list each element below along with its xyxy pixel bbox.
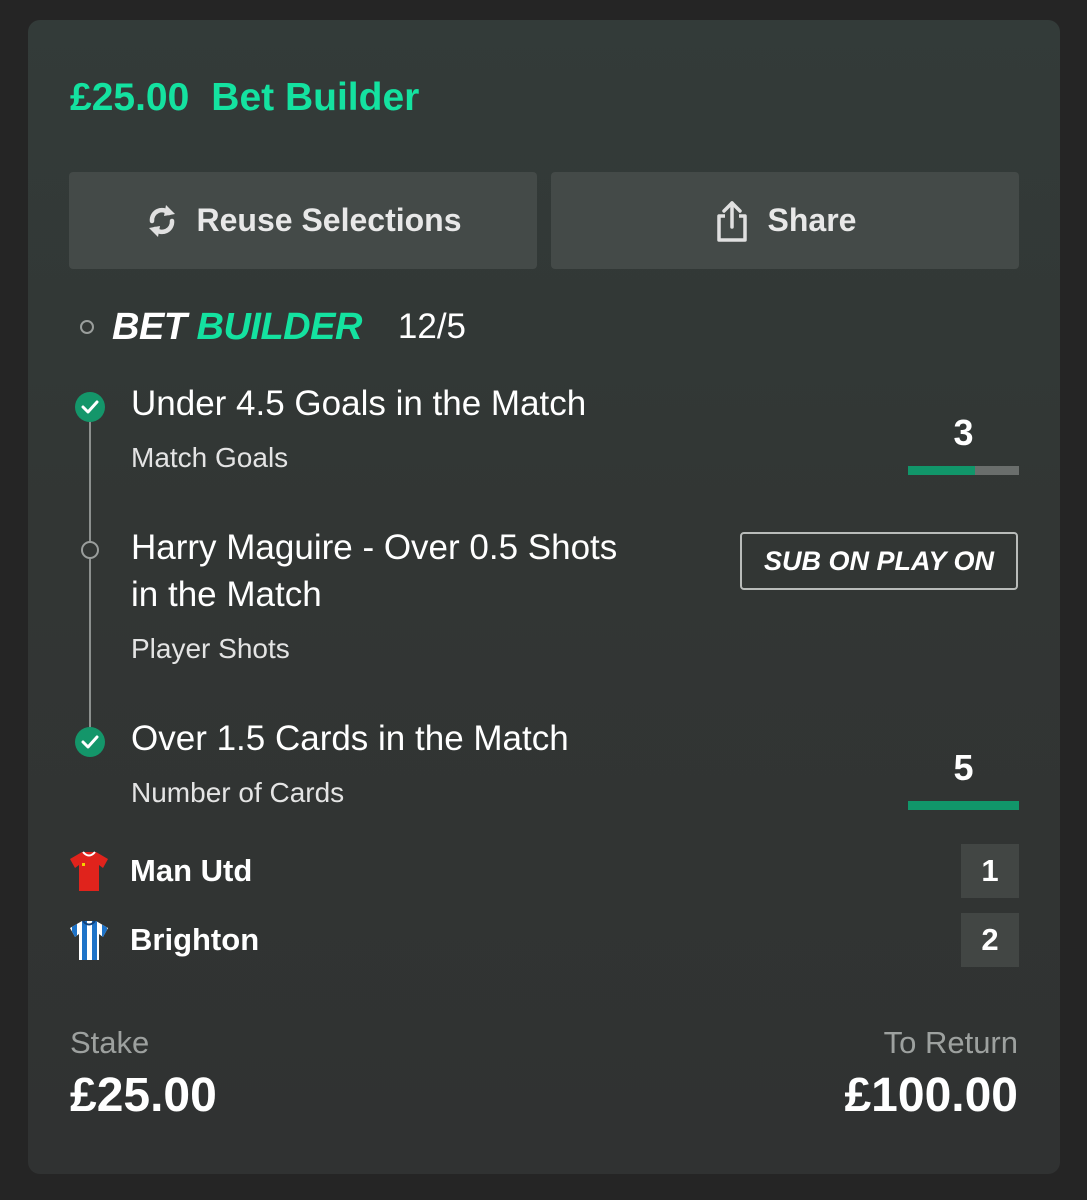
selection-market: Match Goals — [131, 442, 289, 473]
bet-type-title: Bet Builder — [211, 76, 420, 119]
team-name: Brighton — [130, 922, 260, 957]
bet-odds: 12/5 — [397, 307, 467, 346]
to-return-value: £100.00 — [844, 1069, 1018, 1122]
pending-circle-icon — [81, 541, 99, 559]
red-shirt-icon — [70, 851, 108, 891]
selection-progress-bar — [908, 801, 1019, 810]
selection-title: Over 1.5 Cards in the Match — [131, 719, 569, 758]
team-row: Brighton 2 — [68, 913, 1019, 967]
refresh-icon — [148, 204, 175, 237]
selection-title: Under 4.5 Goals in the Match — [131, 384, 587, 423]
checkmark-icon — [75, 727, 105, 757]
bet-card: £25.00 Bet Builder Reuse Selections Share… — [28, 20, 1060, 1174]
progress-fill — [908, 801, 1019, 810]
selection-stat-count: 5 — [953, 747, 974, 788]
share-button[interactable]: Share — [551, 172, 1019, 269]
selection-title-line: in the Match — [131, 575, 322, 614]
reuse-selections-label: Reuse Selections — [196, 202, 462, 238]
bet-amount: £25.00 — [70, 76, 190, 119]
stake-value: £25.00 — [70, 1069, 217, 1122]
selection-stat-count: 3 — [953, 412, 974, 453]
logo-word-builder: BUILDER — [196, 305, 363, 348]
progress-fill — [908, 466, 975, 475]
selection-market: Number of Cards — [131, 777, 345, 808]
selection-progress-bar — [908, 466, 1019, 475]
share-label: Share — [767, 202, 857, 238]
bet-builder-summary: BET BUILDER 12/5 — [80, 302, 466, 352]
selection-timeline — [89, 405, 91, 735]
blue-white-striped-shirt-icon — [70, 920, 108, 960]
circle-icon — [80, 320, 94, 334]
team-score: 1 — [961, 844, 1019, 898]
team-name: Man Utd — [130, 853, 253, 888]
team-row: Man Utd 1 — [68, 844, 1019, 898]
checkmark-icon — [75, 392, 105, 422]
reuse-selections-button[interactable]: Reuse Selections — [69, 172, 537, 269]
share-icon — [716, 200, 747, 242]
bet-header: £25.00 Bet Builder — [70, 76, 419, 120]
selection-title-line: Harry Maguire - Over 0.5 Shots — [131, 528, 618, 567]
selection-market: Player Shots — [131, 633, 290, 664]
team-score: 2 — [961, 913, 1019, 967]
to-return-label: To Return — [883, 1025, 1018, 1060]
stake-label: Stake — [70, 1025, 150, 1060]
bet-builder-logo: BET BUILDER — [112, 306, 362, 349]
selection-title: Harry Maguire - Over 0.5 Shots in the Ma… — [131, 524, 617, 618]
logo-word-bet: BET — [112, 305, 187, 348]
sub-on-play-on-badge[interactable]: SUB ON PLAY ON — [740, 532, 1018, 590]
